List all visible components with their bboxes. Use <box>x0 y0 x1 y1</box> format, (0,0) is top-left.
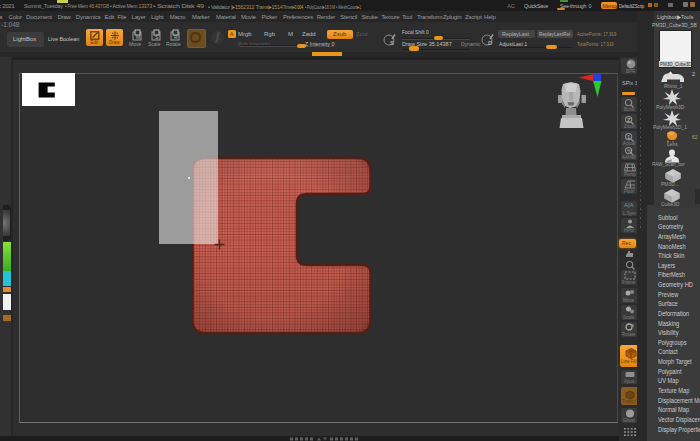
svg-text:M: M <box>136 34 140 40</box>
svg-text:R: R <box>174 34 178 40</box>
svg-text:1: 1 <box>627 134 630 140</box>
svg-text:Z: Z <box>627 117 630 123</box>
